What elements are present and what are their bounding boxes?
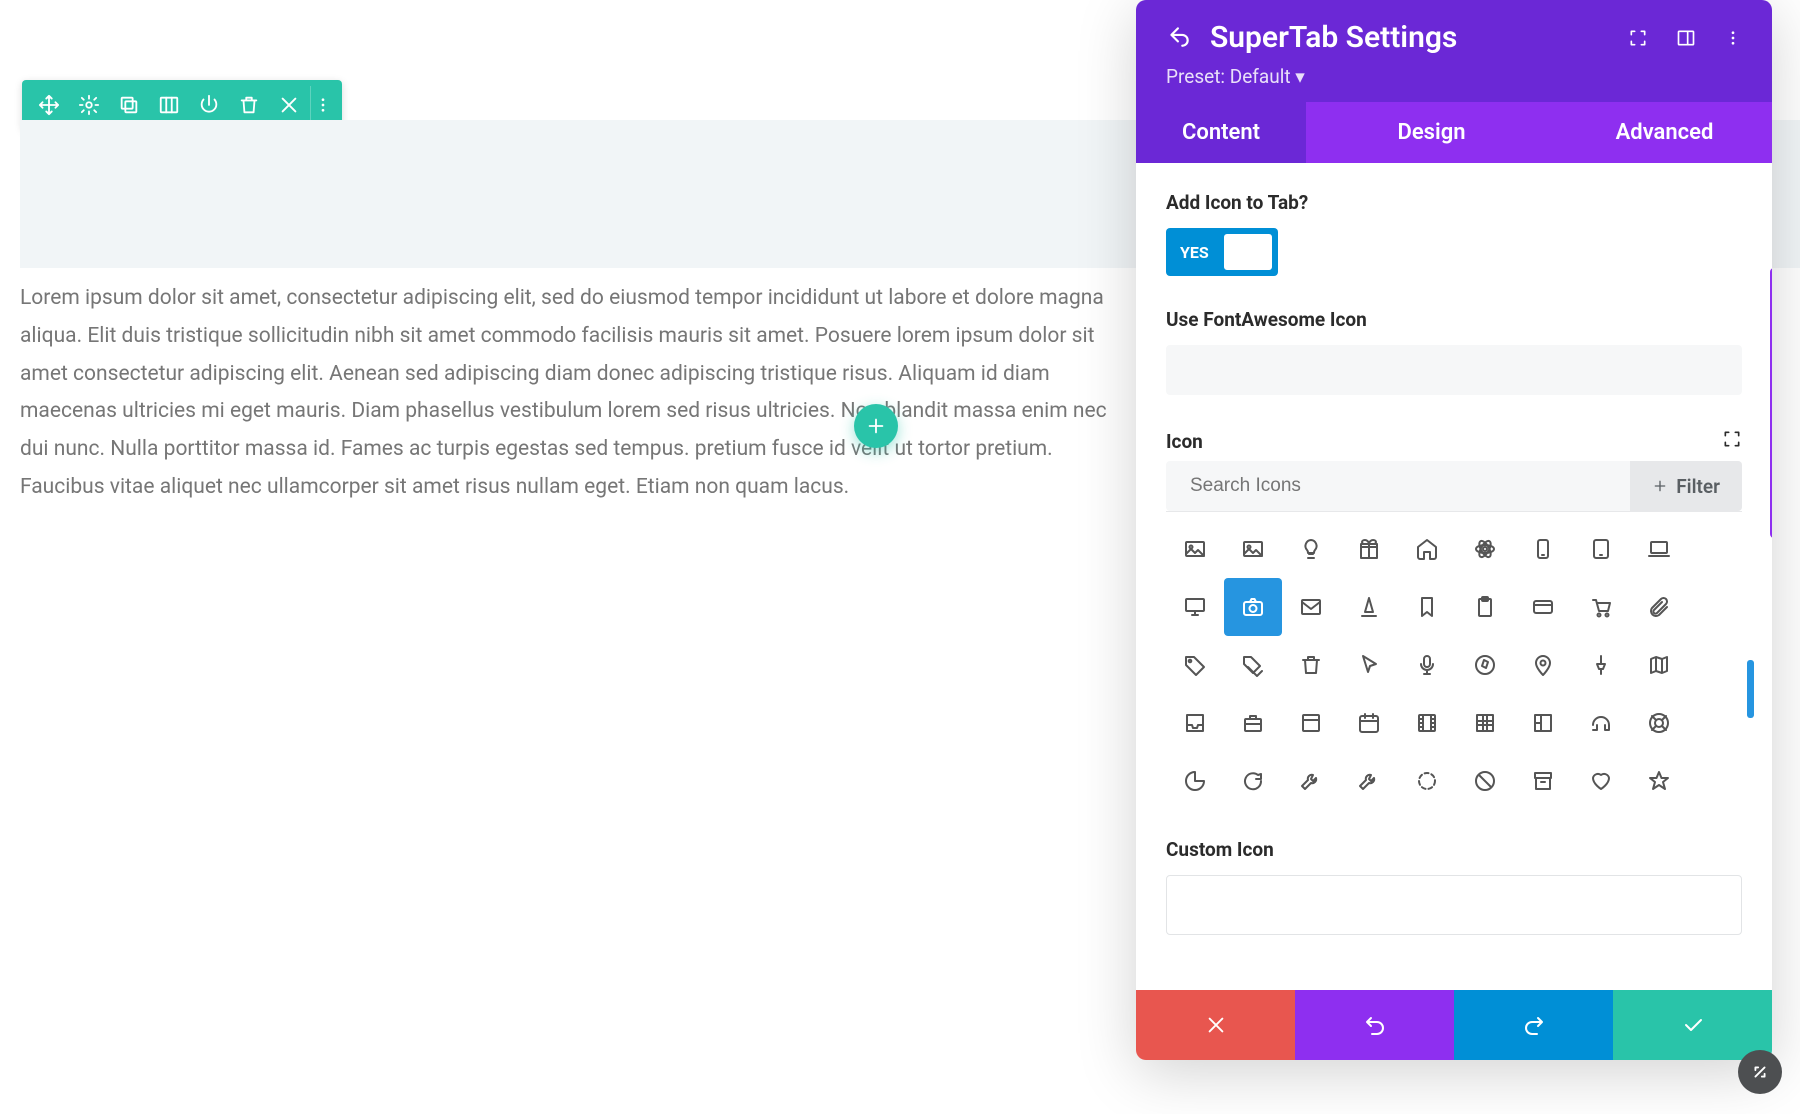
icon-option-tag[interactable] <box>1166 636 1224 694</box>
icon-option-laptop[interactable] <box>1630 520 1688 578</box>
icon-option-heart[interactable] <box>1572 752 1630 810</box>
panel-header: SuperTab Settings Preset: Default ▾ <box>1136 0 1772 102</box>
fontawesome-label: Use FontAwesome Icon <box>1166 308 1742 331</box>
icon-grid <box>1166 520 1742 810</box>
power-icon[interactable] <box>190 86 228 124</box>
focus-icon[interactable] <box>1628 28 1648 48</box>
icon-option-cursor[interactable] <box>1340 636 1398 694</box>
add-icon-toggle[interactable]: YES <box>1166 228 1278 276</box>
search-input[interactable] <box>1190 475 1630 497</box>
icon-option-cart[interactable] <box>1572 578 1630 636</box>
icon-option-tags[interactable] <box>1224 636 1282 694</box>
panel-footer <box>1136 990 1772 1060</box>
icon-option-pie[interactable] <box>1166 752 1224 810</box>
icon-option-film[interactable] <box>1398 694 1456 752</box>
icon-option-mail[interactable] <box>1282 578 1340 636</box>
icon-option-block[interactable] <box>1456 752 1514 810</box>
icon-option-gift[interactable] <box>1340 520 1398 578</box>
icon-option-home[interactable] <box>1398 520 1456 578</box>
panel-tab-content[interactable]: Content <box>1136 102 1306 163</box>
icon-option-clip[interactable] <box>1630 578 1688 636</box>
add-module-button[interactable] <box>854 404 898 448</box>
redo-button[interactable] <box>1454 990 1613 1060</box>
expand-icon[interactable] <box>1722 429 1742 453</box>
icon-option-cone[interactable] <box>1340 578 1398 636</box>
icon-option-wrench[interactable] <box>1282 752 1340 810</box>
gear-icon[interactable] <box>70 86 108 124</box>
icon-option-star[interactable] <box>1630 752 1688 810</box>
icon-option-thumbtack[interactable] <box>1572 636 1630 694</box>
icon-scroll-thumb[interactable] <box>1747 660 1754 718</box>
icon-option-compass[interactable] <box>1456 636 1514 694</box>
panel-tab-advanced[interactable]: Advanced <box>1557 102 1772 163</box>
icon-option-bulb[interactable] <box>1282 520 1340 578</box>
panel-tab-design[interactable]: Design <box>1306 102 1557 163</box>
icon-option-camera[interactable] <box>1224 578 1282 636</box>
icon-option-layout[interactable] <box>1514 694 1572 752</box>
save-button[interactable] <box>1613 990 1772 1060</box>
icon-option-spinner[interactable] <box>1398 752 1456 810</box>
settings-panel: SuperTab Settings Preset: Default ▾ Cont… <box>1136 0 1772 1060</box>
cancel-button[interactable] <box>1136 990 1295 1060</box>
duplicate-icon[interactable] <box>110 86 148 124</box>
icon-option-pin[interactable] <box>1514 636 1572 694</box>
icon-option-panel[interactable] <box>1282 694 1340 752</box>
icon-option-mic[interactable] <box>1398 636 1456 694</box>
icon-option-clipboard[interactable] <box>1456 578 1514 636</box>
icon-option-calendar[interactable] <box>1340 694 1398 752</box>
back-icon[interactable] <box>1166 23 1192 53</box>
icon-option-lifering[interactable] <box>1630 694 1688 752</box>
fontawesome-input[interactable] <box>1166 345 1742 395</box>
icon-option-trash[interactable] <box>1282 636 1340 694</box>
icon-option-map[interactable] <box>1630 636 1688 694</box>
icon-option-card[interactable] <box>1514 578 1572 636</box>
icon-option-inbox[interactable] <box>1166 694 1224 752</box>
add-icon-label: Add Icon to Tab? <box>1166 191 1742 214</box>
icon-option-tablet[interactable] <box>1572 520 1630 578</box>
icon-option-grid[interactable] <box>1456 694 1514 752</box>
preset-selector[interactable]: Preset: Default ▾ <box>1166 65 1742 88</box>
undo-button[interactable] <box>1295 990 1454 1060</box>
icon-option-image[interactable] <box>1166 520 1224 578</box>
icon-option-mobile[interactable] <box>1514 520 1572 578</box>
icon-option-atom[interactable] <box>1456 520 1514 578</box>
custom-icon-label: Custom Icon <box>1166 838 1742 861</box>
icon-option-archive[interactable] <box>1514 752 1572 810</box>
more-icon[interactable] <box>310 86 334 124</box>
dock-icon[interactable] <box>1676 28 1696 48</box>
icon-option-briefcase[interactable] <box>1224 694 1282 752</box>
body-paragraph: Lorem ipsum dolor sit amet, consectetur … <box>20 280 1140 507</box>
move-icon[interactable] <box>30 86 68 124</box>
filter-button[interactable]: Filter <box>1630 461 1742 511</box>
icon-option-wrench2[interactable] <box>1340 752 1398 810</box>
icon-option-image-fill[interactable] <box>1224 520 1282 578</box>
columns-icon[interactable] <box>150 86 188 124</box>
icon-label: Icon <box>1166 430 1203 453</box>
icon-option-bookmark[interactable] <box>1398 578 1456 636</box>
panel-title: SuperTab Settings <box>1210 20 1610 55</box>
custom-icon-input[interactable] <box>1166 875 1742 935</box>
icon-option-headphones[interactable] <box>1572 694 1630 752</box>
trash-icon[interactable] <box>230 86 268 124</box>
close-icon[interactable] <box>270 86 308 124</box>
icon-option-desktop[interactable] <box>1166 578 1224 636</box>
resize-handle[interactable] <box>1738 1050 1782 1094</box>
panel-body: Add Icon to Tab? YES Use FontAwesome Ico… <box>1136 163 1772 963</box>
icon-option-refresh[interactable] <box>1224 752 1282 810</box>
panel-tabs: ContentDesignAdvanced <box>1136 102 1772 163</box>
icon-search: Filter <box>1166 461 1742 511</box>
kebab-icon[interactable] <box>1724 27 1742 49</box>
